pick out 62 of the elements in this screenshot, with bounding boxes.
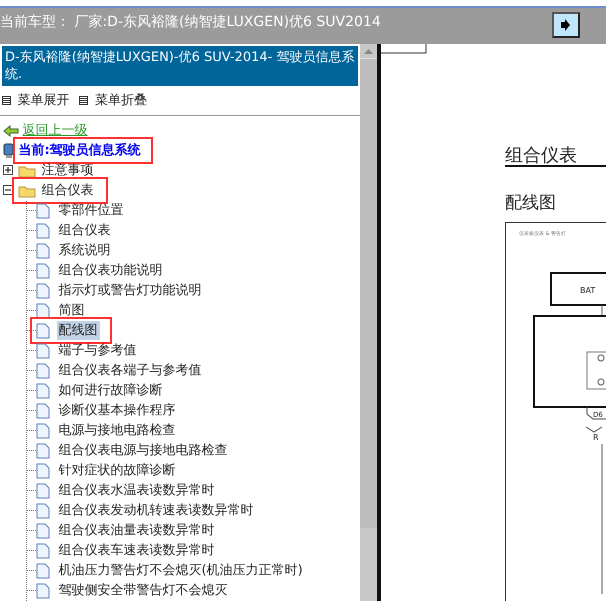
panel-title: D-东风裕隆(纳智捷LUXGEN)-优6 SUV-2014- 驾驶员信息系统. <box>2 46 358 86</box>
toggle-panel-button[interactable] <box>552 12 580 38</box>
scrollbar[interactable] <box>360 44 377 601</box>
document-icon <box>36 522 50 538</box>
tree-item[interactable]: 组合仪表功能说明 <box>56 260 164 280</box>
tree-item[interactable]: 诊断仪基本操作程序 <box>56 400 178 420</box>
document-icon <box>36 342 50 358</box>
document-icon <box>36 442 50 458</box>
document-icon <box>36 242 50 258</box>
diagram-label: BAT <box>580 286 596 295</box>
document-icon <box>36 462 50 478</box>
tree-item[interactable]: 端子与参考值 <box>56 340 138 360</box>
expand-icon[interactable] <box>3 165 14 176</box>
tree-item[interactable]: 系统说明 <box>56 240 112 260</box>
document-icon <box>36 322 50 338</box>
tree-item[interactable]: 组合仪表 <box>56 220 112 240</box>
tree-item[interactable]: 简图 <box>56 300 86 320</box>
tree-item[interactable]: 针对症状的故障诊断 <box>56 460 178 480</box>
list-icon <box>79 96 88 106</box>
tree-item[interactable]: 电源与接地电路检查 <box>56 420 178 440</box>
diagram-label: R <box>593 433 599 442</box>
tree-item[interactable]: 配线图 <box>56 320 100 340</box>
document-heading: 组合仪表 <box>505 145 577 166</box>
tree-item[interactable]: 指示灯或警告灯功能说明 <box>56 280 204 300</box>
folder-icon <box>18 164 36 178</box>
frame-edge <box>381 44 426 54</box>
arrow-icon <box>560 18 572 32</box>
computer-icon <box>3 142 16 158</box>
tree-item[interactable]: 驾驶侧安全带警告灯不会熄灭 <box>56 580 230 600</box>
menu-action-link[interactable]: 菜单折叠 <box>94 91 147 110</box>
tree-item[interactable]: 组合仪表发动机转速表读数异常时 <box>56 500 256 520</box>
back-arrow-icon <box>3 124 20 136</box>
tree-item[interactable]: 零部件位置 <box>56 200 126 220</box>
collapse-icon[interactable] <box>3 185 14 196</box>
document-icon <box>36 382 50 398</box>
tree-item[interactable]: 组合仪表车速表读数异常时 <box>56 540 216 560</box>
document-icon <box>36 262 50 278</box>
document-icon <box>36 422 50 438</box>
tree-item[interactable]: 组合仪表水温表读数异常时 <box>56 480 216 500</box>
document-icon <box>36 502 50 518</box>
menu-action-link[interactable]: 菜单展开 <box>18 91 70 110</box>
document-icon <box>36 562 50 578</box>
current-location-text: 当前:驾驶员信息系统 <box>12 136 153 164</box>
document-icon <box>36 402 50 418</box>
document-icon <box>36 542 50 558</box>
document-icon <box>36 282 50 298</box>
list-icon <box>2 96 11 106</box>
tree-item[interactable]: 如何进行故障诊断 <box>56 380 164 400</box>
tree-folder[interactable]: 组合仪表 <box>40 180 96 200</box>
document-icon <box>36 302 50 318</box>
document-icon <box>36 582 50 598</box>
vehicle-model-text: 当前车型： 厂家:D-东风裕隆(纳智捷LUXGEN)优6 SUV2014 <box>0 13 381 32</box>
tree-item[interactable]: 组合仪表油量表读数异常时 <box>56 520 216 540</box>
tree-item[interactable]: 组合仪表各端子与参考值 <box>56 360 204 380</box>
tree-item[interactable]: 组合仪表电源与接地电路检查 <box>56 440 230 460</box>
document-icon <box>36 222 50 238</box>
document-subheading: 配线图 <box>505 193 556 213</box>
tree-item[interactable]: 机油压力警告灯不会熄灭(机油压力正常时) <box>56 560 305 580</box>
document-icon <box>36 202 50 218</box>
document-icon <box>36 482 50 498</box>
document-icon <box>36 362 50 378</box>
folder-icon <box>18 184 36 198</box>
